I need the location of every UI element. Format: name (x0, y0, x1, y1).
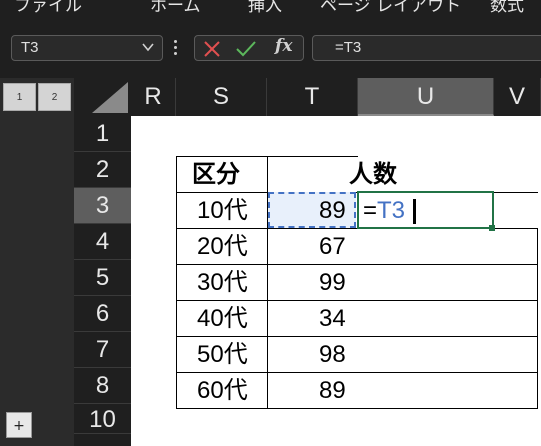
table-cell-category: 60代 (197, 377, 248, 404)
formula-input[interactable]: =T3 (312, 35, 541, 61)
table-border (176, 156, 177, 409)
ribbon-tab-home[interactable]: ホーム (150, 0, 201, 16)
fill-handle[interactable] (489, 225, 495, 231)
row-header-1[interactable]: 1 (74, 116, 131, 152)
outline-level-1-button[interactable]: 1 (3, 83, 36, 111)
table-header-category: 区分 (192, 161, 240, 188)
enter-check-icon[interactable] (235, 40, 257, 58)
row-header-7[interactable]: 7 (74, 332, 131, 368)
column-header-r[interactable]: R (131, 78, 176, 116)
table-cell-count: 89 (319, 197, 346, 224)
table-cell-count: 99 (319, 269, 346, 296)
table-cell-count: 34 (319, 305, 346, 332)
expand-group-button[interactable]: + (6, 412, 32, 438)
column-header-u[interactable]: U (358, 78, 494, 116)
outline-level-2-button[interactable]: 2 (38, 83, 71, 111)
table-cell-count: 98 (319, 341, 346, 368)
name-box[interactable]: T3 (11, 35, 163, 61)
table-cell-category: 30代 (197, 269, 248, 296)
row-header-3[interactable]: 3 (74, 188, 131, 224)
insert-function-icon[interactable]: fx (275, 36, 292, 56)
text-cursor (413, 199, 416, 224)
row-header-5[interactable]: 5 (74, 260, 131, 296)
cell-edit-reference: T3 (377, 197, 406, 224)
more-options-icon[interactable] (174, 40, 178, 58)
formula-bar: T3 fx =T3 (0, 28, 541, 70)
ribbon-tab-insert[interactable]: 挿入 (248, 0, 282, 16)
table-cell-category: 40代 (197, 305, 248, 332)
ribbon-tab-strip: ファイル ホーム 挿入 ページ レイアウト 数式 (0, 0, 541, 24)
table-header-count: 人数 (349, 161, 397, 188)
table-cell-category: 10代 (197, 197, 248, 224)
cell-edit-equals: = (363, 197, 378, 224)
column-header-s[interactable]: S (176, 78, 267, 116)
table-border (537, 228, 538, 409)
cell-edit-text[interactable]: =T3 (363, 193, 405, 229)
table-cell-category: 50代 (197, 341, 248, 368)
column-header-v[interactable]: V (494, 78, 541, 116)
ribbon-tab-file[interactable]: ファイル (14, 0, 82, 16)
outline-level-bar: 1 2 (0, 78, 74, 116)
column-header-t[interactable]: T (267, 78, 358, 116)
table-cell-count: 67 (319, 233, 346, 260)
row-header-8[interactable]: 8 (74, 368, 131, 404)
row-header-10[interactable]: 10 (74, 404, 131, 434)
chevron-down-icon[interactable] (142, 41, 154, 53)
ribbon-tab-formulas[interactable]: 数式 (490, 0, 524, 16)
formula-buttons: fx (194, 35, 304, 61)
row-header-6[interactable]: 6 (74, 296, 131, 332)
worksheet-grid[interactable]: 区分 人数 10代 89 20代 67 30代 99 40代 34 50代 98… (131, 116, 541, 446)
cancel-icon[interactable] (203, 40, 221, 58)
table-cell-category: 20代 (197, 233, 248, 260)
row-header-2[interactable]: 2 (74, 152, 131, 188)
table-cell-count: 89 (319, 377, 346, 404)
outline-side-bar (0, 116, 74, 446)
ribbon-tab-page-layout[interactable]: ページ レイアウト (320, 0, 461, 16)
name-box-value: T3 (21, 39, 39, 56)
row-header-4[interactable]: 4 (74, 224, 131, 260)
select-all-corner[interactable] (74, 78, 131, 116)
